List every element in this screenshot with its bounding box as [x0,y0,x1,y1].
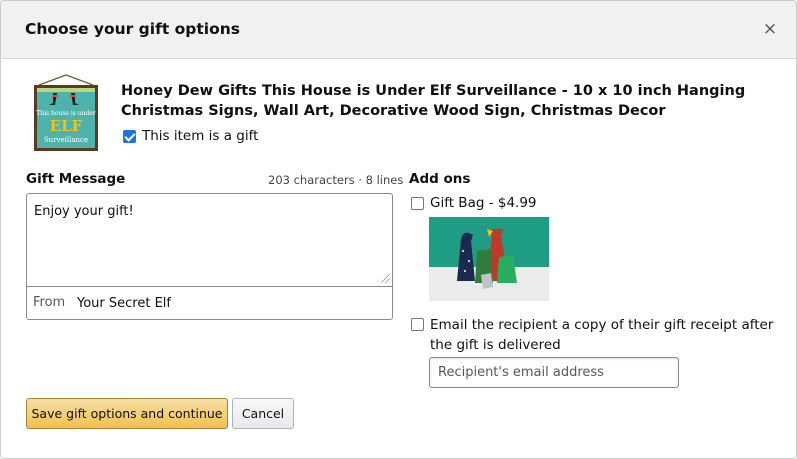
wood-sign-image: This house is under ELF Surveillance [34,74,98,151]
gift-message-label: Gift Message [26,171,126,187]
svg-text:This house is under: This house is under [36,110,96,117]
from-input[interactable]: Your Secret Elf [77,296,171,311]
dialog-title: Choose your gift options [25,20,241,38]
addons-label: Add ons [409,171,471,187]
is-gift-checkbox[interactable] [123,129,136,143]
resize-grip-icon[interactable] [381,274,390,283]
from-label: From [33,295,66,310]
email-receipt-label: Email the recipient a copy of their gift… [430,317,774,353]
svg-text:ELF: ELF [50,117,83,135]
recipient-email-input[interactable] [429,357,679,388]
divider [27,286,392,287]
gift-bag-label: Gift Bag - $4.99 [430,195,537,211]
dialog-header: Choose your gift options × [1,1,796,59]
save-gift-options-button[interactable]: Save gift options and continue [26,398,228,429]
gift-message-box: Enjoy your gift! From Your Secret Elf [26,193,393,320]
svg-text:Surveillance: Surveillance [44,136,88,144]
gift-options-dialog: Choose your gift options × This house is… [0,0,797,459]
gift-message-counter: 203 characters · 8 lines [268,173,404,187]
close-icon: × [762,19,778,39]
gift-bag-checkbox[interactable] [411,196,424,210]
gift-bag-checkbox-row[interactable]: Gift Bag - $4.99 [411,195,537,211]
product-image: This house is under ELF Surveillance [34,74,98,151]
gift-bag-image [429,217,549,301]
product-title: Honey Dew Gifts This House is Under Elf … [121,83,746,119]
is-gift-checkbox-row[interactable]: This item is a gift [123,128,258,144]
is-gift-label: This item is a gift [142,128,259,144]
email-receipt-checkbox[interactable] [411,318,424,331]
close-button[interactable]: × [760,19,780,39]
email-receipt-checkbox-row[interactable]: Email the recipient a copy of their gift… [411,315,781,355]
gift-message-textarea[interactable]: Enjoy your gift! [27,194,392,286]
cancel-button[interactable]: Cancel [232,398,294,429]
gift-bags-image [429,217,549,301]
